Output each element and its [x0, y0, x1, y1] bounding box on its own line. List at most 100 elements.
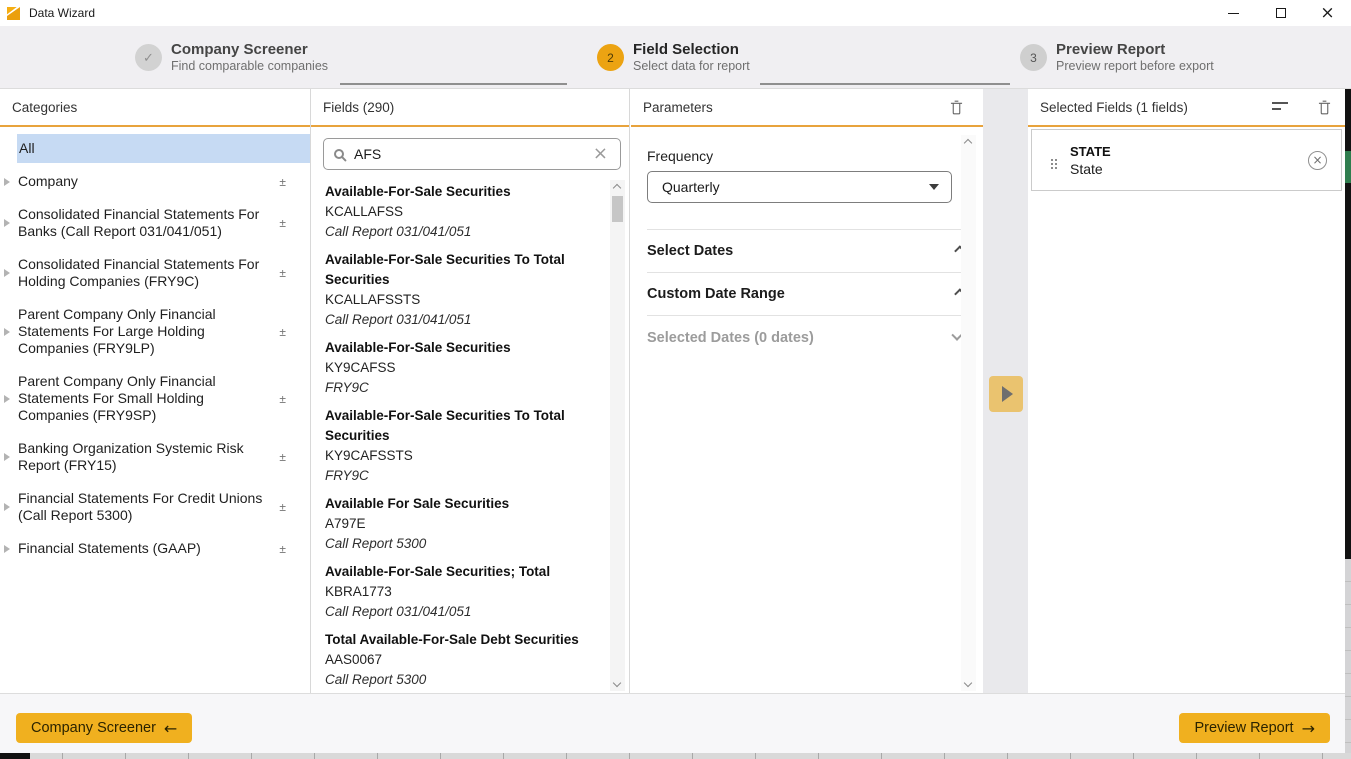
step2-number: 2	[597, 44, 624, 71]
stepper-connector-2	[760, 83, 1010, 85]
fields-header: Fields (290)	[311, 89, 629, 127]
category-label: Parent Company Only Financial Statements…	[18, 306, 266, 357]
field-source: FRY9C	[325, 378, 603, 398]
category-item-banks-call-report[interactable]: Consolidated Financial Statements For Ba…	[0, 198, 310, 248]
step-preview-report[interactable]: 3 Preview Report Preview report before e…	[1020, 26, 1214, 89]
field-item[interactable]: Available For Sale Securities A797E Call…	[325, 494, 603, 554]
field-item[interactable]: Available-For-Sale Securities To Total S…	[325, 406, 603, 486]
section-select-dates[interactable]: Select Dates	[647, 230, 965, 273]
minimize-button[interactable]	[1210, 0, 1257, 26]
fields-scrollbar[interactable]	[610, 180, 625, 691]
arrow-right-icon	[1002, 386, 1013, 402]
minimize-icon	[1228, 13, 1239, 14]
scroll-down-icon[interactable]	[964, 679, 972, 687]
background-window-sliver-right	[1345, 89, 1351, 759]
expander-icon[interactable]	[4, 328, 10, 336]
close-button[interactable]: ×	[1304, 0, 1351, 26]
frequency-label: Frequency	[647, 148, 965, 164]
plus-minus-icon[interactable]: ±	[279, 215, 286, 232]
transfer-strip	[983, 89, 1028, 693]
trash-icon	[1318, 100, 1331, 115]
selected-fields-panel: Selected Fields (1 fields) STATE State	[1028, 89, 1345, 693]
back-button-label: Company Screener	[31, 720, 156, 736]
expander-icon[interactable]	[4, 395, 10, 403]
expander-icon[interactable]	[4, 269, 10, 277]
plus-minus-icon[interactable]: ±	[279, 541, 286, 558]
plus-minus-icon[interactable]: ±	[279, 324, 286, 341]
field-item[interactable]: Available-For-Sale Securities; Total KBR…	[325, 562, 603, 622]
field-item[interactable]: Available-For-Sale Securities KCALLAFSS …	[325, 182, 603, 242]
field-code: A797E	[325, 514, 603, 534]
step-company-screener[interactable]: ✓ Company Screener Find comparable compa…	[135, 26, 328, 89]
categories-header: Categories	[0, 89, 310, 127]
next-preview-report-button[interactable]: Preview Report →	[1179, 713, 1330, 743]
category-item-company[interactable]: Company ±	[0, 165, 310, 198]
expander-icon[interactable]	[4, 453, 10, 461]
category-item-credit-unions[interactable]: Financial Statements For Credit Unions (…	[0, 482, 310, 532]
expander-icon[interactable]	[4, 219, 10, 227]
plus-minus-icon[interactable]: ±	[279, 265, 286, 282]
step-field-selection[interactable]: 2 Field Selection Select data for report	[597, 26, 750, 89]
category-item-fry15[interactable]: Banking Organization Systemic Risk Repor…	[0, 432, 310, 482]
clear-parameters-button[interactable]	[948, 98, 965, 117]
field-code: KY9CAFSSTS	[325, 446, 603, 466]
field-source: Call Report 031/041/051	[325, 310, 603, 330]
remove-field-button[interactable]: ×	[1308, 151, 1327, 170]
categories-list: All Company ± Consolidated Financial Sta…	[0, 127, 310, 565]
category-item-gaap[interactable]: Financial Statements (GAAP) ±	[0, 532, 310, 565]
background-window-sliver-bottom	[0, 753, 1351, 759]
field-item[interactable]: Available-For-Sale Securities KY9CAFSS F…	[325, 338, 603, 398]
window-controls: ×	[1210, 0, 1351, 26]
frequency-value: Quarterly	[662, 179, 929, 195]
scroll-up-icon[interactable]	[613, 184, 621, 192]
scroll-up-icon[interactable]	[964, 139, 972, 147]
selected-fields-header: Selected Fields (1 fields)	[1040, 100, 1188, 115]
field-name: Total Available-For-Sale Debt Securities	[325, 630, 603, 650]
field-code: KCALLAFSSTS	[325, 290, 603, 310]
drag-handle-icon[interactable]	[1051, 159, 1053, 161]
section-custom-date-range[interactable]: Custom Date Range	[647, 273, 965, 316]
field-item[interactable]: Total Available-For-Sale Debt Securities…	[325, 630, 603, 690]
selected-field-name: State	[1070, 160, 1308, 178]
frequency-select[interactable]: Quarterly	[647, 171, 952, 203]
selected-field-card[interactable]: STATE State ×	[1031, 129, 1342, 191]
selected-field-code: STATE	[1070, 143, 1308, 160]
field-code: KCALLAFSS	[325, 202, 603, 222]
expander-icon[interactable]	[4, 503, 10, 511]
maximize-button[interactable]	[1257, 0, 1304, 26]
close-icon: ×	[1320, 5, 1334, 22]
field-source: Call Report 5300	[325, 534, 603, 554]
field-source: Call Report 031/041/051	[325, 222, 603, 242]
expander-icon[interactable]	[4, 178, 10, 186]
field-code: KY9CAFSS	[325, 358, 603, 378]
scroll-down-icon[interactable]	[613, 679, 621, 687]
field-search-box: ×	[323, 138, 621, 170]
expander-icon[interactable]	[4, 545, 10, 553]
category-item-small-holding-fry9sp[interactable]: Parent Company Only Financial Statements…	[0, 365, 310, 432]
field-item[interactable]: Available-For-Sale Securities To Total S…	[325, 250, 603, 330]
back-company-screener-button[interactable]: Company Screener ←	[16, 713, 192, 743]
plus-minus-icon[interactable]: ±	[279, 449, 286, 466]
data-wizard-window: Data Wizard × ✓ Company Screener Find co…	[0, 0, 1351, 759]
scrollbar-thumb[interactable]	[612, 196, 623, 222]
plus-minus-icon[interactable]: ±	[279, 174, 286, 191]
category-item-large-holding-fry9lp[interactable]: Parent Company Only Financial Statements…	[0, 298, 310, 365]
clear-selected-fields-button[interactable]	[1316, 98, 1333, 117]
add-field-button[interactable]	[989, 376, 1023, 412]
step1-check-icon: ✓	[135, 44, 162, 71]
category-label: Banking Organization Systemic Risk Repor…	[18, 440, 266, 474]
field-search-input[interactable]	[354, 146, 591, 162]
sort-fields-button[interactable]	[1270, 100, 1291, 114]
category-label: Consolidated Financial Statements For Ba…	[18, 206, 266, 240]
field-code: KBRA1773	[325, 582, 603, 602]
parameters-scrollbar[interactable]	[961, 135, 976, 691]
clear-search-icon[interactable]: ×	[591, 145, 610, 163]
category-item-holding-fry9c[interactable]: Consolidated Financial Statements For Ho…	[0, 248, 310, 298]
plus-minus-icon[interactable]: ±	[279, 499, 286, 516]
category-item-all[interactable]: All	[17, 134, 310, 163]
fields-panel: Fields (290) × Available-For-Sale Securi…	[311, 89, 630, 693]
chevron-down-icon	[929, 184, 939, 190]
plus-minus-icon[interactable]: ±	[279, 391, 286, 408]
section-selected-dates[interactable]: Selected Dates (0 dates)	[647, 316, 965, 359]
field-source: Call Report 5300	[325, 670, 603, 690]
